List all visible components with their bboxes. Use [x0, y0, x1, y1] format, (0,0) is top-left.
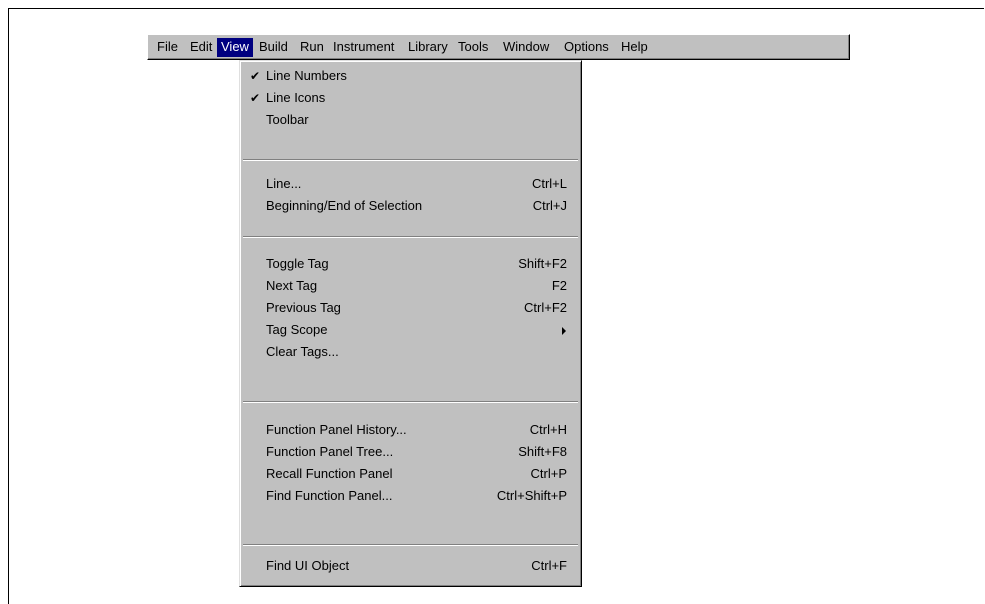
menu-item-shortcut: Ctrl+L [531, 176, 567, 191]
menu-item-clear-tags[interactable]: Clear Tags... [244, 341, 577, 363]
menu-separator [243, 159, 578, 161]
menu-item-shortcut: Shift+F2 [518, 256, 567, 271]
menu-run[interactable]: Run [296, 38, 328, 57]
menu-build[interactable]: Build [255, 38, 292, 57]
menu-item-shortcut: Ctrl+Shift+P [496, 488, 567, 503]
menu-item-find-function-panel[interactable]: Find Function Panel... Ctrl+Shift+P [244, 485, 577, 507]
menu-item-find-ui-object[interactable]: Find UI Object Ctrl+F [244, 555, 577, 577]
menu-item-toolbar[interactable]: Toolbar [244, 109, 577, 131]
menu-item-label: Clear Tags... [266, 344, 339, 359]
menu-item-label: Toolbar [266, 112, 309, 127]
menu-item-shortcut: Ctrl+F [531, 558, 567, 573]
menu-item-shortcut: Ctrl+J [532, 198, 567, 213]
checkmark-icon: ✔ [250, 91, 261, 105]
menu-bar: File Edit View Build Run Instrument Libr… [147, 34, 850, 60]
menu-item-shortcut: Ctrl+F2 [524, 300, 567, 315]
menu-item-label: Tag Scope [266, 322, 328, 337]
menu-item-label: Toggle Tag [266, 256, 329, 271]
menu-item-shortcut: Ctrl+P [530, 466, 567, 481]
menu-item-label: Line... [266, 176, 302, 191]
menu-item-label: Beginning/End of Selection [266, 198, 423, 213]
menu-item-line[interactable]: Line... Ctrl+L [244, 173, 577, 195]
menu-item-label: Find UI Object [266, 558, 350, 573]
menu-item-tag-scope[interactable]: Tag Scope [244, 319, 577, 341]
menu-window[interactable]: Window [499, 38, 553, 57]
menu-options[interactable]: Options [560, 38, 613, 57]
menu-item-label: Function Panel History... [266, 422, 407, 437]
menu-item-label: Previous Tag [266, 300, 341, 315]
menu-item-label: Next Tag [266, 278, 318, 293]
menu-library[interactable]: Library [404, 38, 452, 57]
menu-help[interactable]: Help [617, 38, 652, 57]
menu-tools[interactable]: Tools [454, 38, 492, 57]
menu-separator [243, 544, 578, 546]
menu-item-function-panel-history[interactable]: Function Panel History... Ctrl+H [244, 419, 577, 441]
menu-item-previous-tag[interactable]: Previous Tag Ctrl+F2 [244, 297, 577, 319]
menu-item-recall-function-panel[interactable]: Recall Function Panel Ctrl+P [244, 463, 577, 485]
menu-item-toggle-tag[interactable]: Toggle Tag Shift+F2 [244, 253, 577, 275]
menu-item-label: Find Function Panel... [266, 488, 393, 503]
menu-item-shortcut: Shift+F8 [518, 444, 567, 459]
menu-item-label: Line Icons [266, 90, 326, 105]
checkmark-icon: ✔ [250, 69, 261, 83]
menu-item-next-tag[interactable]: Next Tag F2 [244, 275, 577, 297]
menu-instrument[interactable]: Instrument [329, 38, 398, 57]
menu-item-label: Line Numbers [266, 68, 347, 83]
menu-edit[interactable]: Edit [186, 38, 216, 57]
submenu-arrow-icon [562, 327, 566, 335]
menu-view[interactable]: View [217, 38, 253, 57]
menu-item-line-icons[interactable]: ✔ Line Icons [244, 87, 577, 109]
menu-file[interactable]: File [153, 38, 182, 57]
menu-separator [243, 236, 578, 238]
menu-item-shortcut: Ctrl+H [529, 422, 567, 437]
view-menu-dropdown: ✔ Line Numbers ✔ Line Icons Toolbar Line… [239, 60, 582, 587]
menu-item-beginning-end-selection[interactable]: Beginning/End of Selection Ctrl+J [244, 195, 577, 217]
menu-item-line-numbers[interactable]: ✔ Line Numbers [244, 65, 577, 87]
menu-item-function-panel-tree[interactable]: Function Panel Tree... Shift+F8 [244, 441, 577, 463]
menu-separator [243, 401, 578, 403]
menu-item-label: Recall Function Panel [266, 466, 393, 481]
menu-item-label: Function Panel Tree... [266, 444, 394, 459]
menu-item-shortcut: F2 [551, 278, 567, 293]
